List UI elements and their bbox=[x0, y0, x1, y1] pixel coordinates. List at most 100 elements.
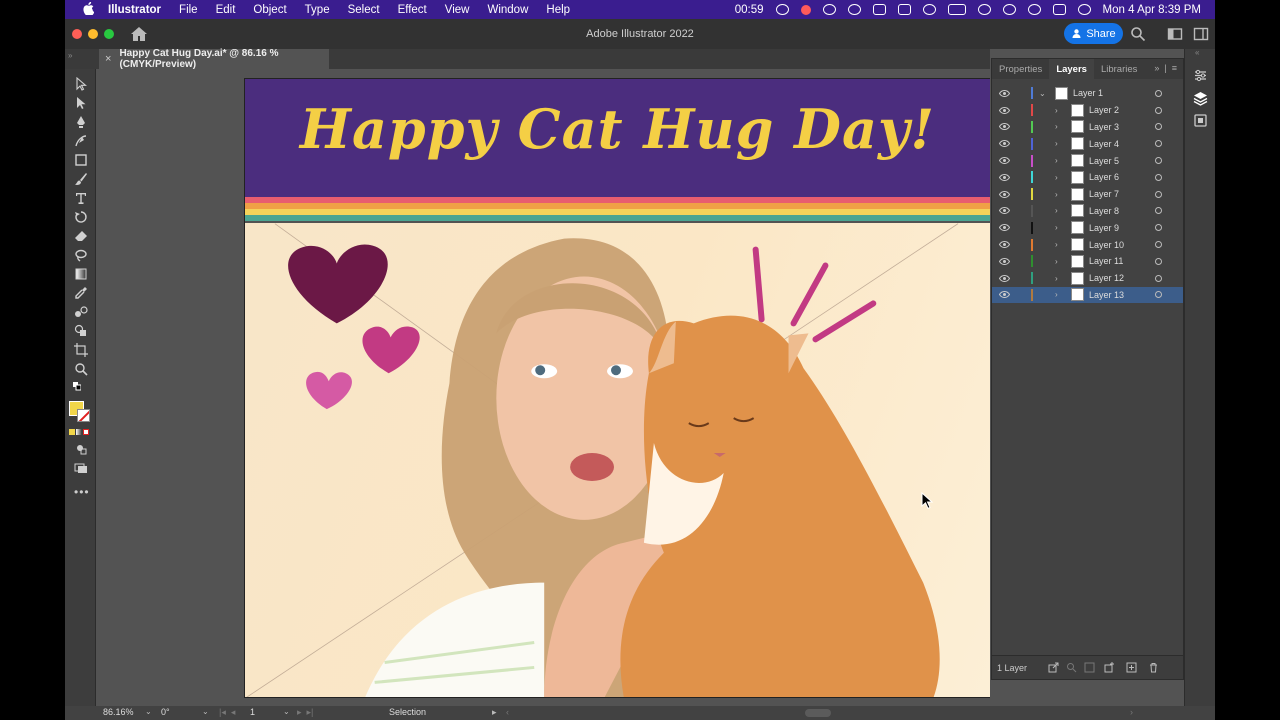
layer-target-icon[interactable] bbox=[1155, 157, 1162, 165]
expand-chevron-icon[interactable]: › bbox=[1055, 173, 1058, 182]
selection-tool-icon[interactable] bbox=[73, 76, 88, 91]
layer-target-icon[interactable] bbox=[1155, 173, 1162, 181]
artboard[interactable]: Happy Cat Hug Day! bbox=[244, 78, 990, 698]
layer-row[interactable]: › Layer 3 bbox=[992, 119, 1183, 136]
export-icon[interactable] bbox=[1048, 662, 1059, 673]
layer-target-icon[interactable] bbox=[1155, 140, 1162, 148]
visibility-eye-icon[interactable] bbox=[999, 291, 1010, 299]
draw-mode-icon[interactable] bbox=[73, 441, 88, 456]
heart-shape-medium[interactable] bbox=[362, 326, 420, 374]
layer-name[interactable]: Layer 7 bbox=[1089, 189, 1119, 199]
locate-object-icon[interactable] bbox=[1066, 662, 1077, 673]
tab-libraries[interactable]: Libraries bbox=[1094, 59, 1144, 79]
artboard-tool-icon[interactable] bbox=[73, 342, 88, 357]
close-document-icon[interactable]: × bbox=[105, 53, 111, 65]
layer-row[interactable]: › Layer 6 bbox=[992, 169, 1183, 186]
layer-row[interactable]: › Layer 12 bbox=[992, 270, 1183, 287]
expand-chevron-icon[interactable]: › bbox=[1055, 206, 1058, 215]
close-window-button[interactable] bbox=[72, 29, 82, 39]
color-mode-icon[interactable] bbox=[69, 429, 75, 435]
shape-builder-tool-icon[interactable] bbox=[73, 323, 88, 338]
new-sublayer-icon[interactable] bbox=[1104, 662, 1115, 673]
zoom-window-button[interactable] bbox=[104, 29, 114, 39]
artboard-title[interactable]: Happy Cat Hug Day! bbox=[245, 97, 990, 161]
dropbox-icon[interactable] bbox=[872, 4, 886, 15]
layer-name[interactable]: Layer 11 bbox=[1089, 256, 1123, 266]
visibility-eye-icon[interactable] bbox=[999, 173, 1010, 181]
layer-name[interactable]: Layer 8 bbox=[1089, 206, 1119, 216]
layer-target-icon[interactable] bbox=[1155, 274, 1162, 282]
heart-shape-small[interactable] bbox=[306, 371, 352, 410]
search-icon[interactable] bbox=[1130, 26, 1146, 42]
paintbrush-tool-icon[interactable] bbox=[73, 171, 88, 186]
arrange-documents-icon[interactable] bbox=[1167, 26, 1183, 42]
expand-chevron-icon[interactable]: › bbox=[1055, 274, 1058, 283]
layer-target-icon[interactable] bbox=[1155, 257, 1162, 265]
expand-chevron-icon[interactable]: ⌄ bbox=[1039, 89, 1046, 98]
zoom-tool-icon[interactable] bbox=[73, 361, 88, 376]
wifi-icon[interactable] bbox=[977, 4, 991, 15]
rotation-angle[interactable]: 0° bbox=[161, 707, 170, 717]
layer-target-icon[interactable] bbox=[1155, 291, 1162, 299]
layer-row[interactable]: › Layer 9 bbox=[992, 219, 1183, 236]
stroke-color-swatch[interactable] bbox=[77, 409, 90, 422]
zoom-dropdown-icon[interactable]: ⌄ bbox=[145, 707, 152, 716]
layer-name[interactable]: Layer 4 bbox=[1089, 139, 1119, 149]
document-tab[interactable]: × Happy Cat Hug Day.ai* @ 86.16 % (CMYK/… bbox=[99, 48, 329, 70]
gradient-mode-icon[interactable] bbox=[76, 429, 82, 435]
layer-target-icon[interactable] bbox=[1155, 89, 1162, 97]
edit-toolbar-icon[interactable]: ••• bbox=[74, 485, 90, 499]
minimize-window-button[interactable] bbox=[88, 29, 98, 39]
visibility-eye-icon[interactable] bbox=[999, 89, 1010, 97]
rotate-tool-icon[interactable] bbox=[73, 209, 88, 224]
gradient-tool-icon[interactable] bbox=[73, 266, 88, 281]
layer-row[interactable]: › Layer 11 bbox=[992, 253, 1183, 270]
menu-type[interactable]: Type bbox=[296, 4, 339, 16]
layer-row[interactable]: › Layer 10 bbox=[992, 236, 1183, 253]
record-icon[interactable] bbox=[800, 4, 811, 15]
layer-target-icon[interactable] bbox=[1155, 207, 1162, 215]
color-mode-buttons[interactable] bbox=[69, 429, 89, 435]
display-icon[interactable] bbox=[897, 4, 911, 15]
layer-target-icon[interactable] bbox=[1155, 190, 1162, 198]
none-mode-icon[interactable] bbox=[83, 429, 89, 435]
rotation-dropdown-icon[interactable]: ⌄ bbox=[202, 707, 209, 716]
curvature-tool-icon[interactable] bbox=[73, 133, 88, 148]
delete-layer-icon[interactable] bbox=[1148, 662, 1159, 673]
bluetooth-icon[interactable] bbox=[922, 4, 936, 15]
visibility-eye-icon[interactable] bbox=[999, 157, 1010, 165]
layer-row[interactable]: › Layer 8 bbox=[992, 203, 1183, 220]
menubar-clock[interactable]: Mon 4 Apr 8:39 PM bbox=[1103, 4, 1201, 16]
new-layer-icon[interactable] bbox=[1126, 662, 1137, 673]
layer-name[interactable]: Layer 1 bbox=[1073, 88, 1103, 98]
apple-menu-icon[interactable] bbox=[77, 1, 99, 18]
properties-panel-icon[interactable] bbox=[1193, 68, 1208, 83]
rectangle-tool-icon[interactable] bbox=[73, 152, 88, 167]
eraser-tool-icon[interactable] bbox=[73, 228, 88, 243]
visibility-eye-icon[interactable] bbox=[999, 274, 1010, 282]
panel-collapse-icon[interactable]: « bbox=[1195, 48, 1199, 57]
menu-object[interactable]: Object bbox=[244, 4, 295, 16]
workspace-switcher-icon[interactable] bbox=[1193, 26, 1209, 42]
layer-row[interactable]: › Layer 2 bbox=[992, 102, 1183, 119]
pen-tool-icon[interactable] bbox=[73, 114, 88, 129]
expand-chevron-icon[interactable]: › bbox=[1055, 156, 1058, 165]
layer-target-icon[interactable] bbox=[1155, 123, 1162, 131]
expand-chevron-icon[interactable]: › bbox=[1055, 223, 1058, 232]
menu-window[interactable]: Window bbox=[478, 4, 537, 16]
layer-target-icon[interactable] bbox=[1155, 241, 1162, 249]
expand-chevron-icon[interactable]: › bbox=[1055, 190, 1058, 199]
blend-tool-icon[interactable] bbox=[73, 304, 88, 319]
menu-effect[interactable]: Effect bbox=[389, 4, 436, 16]
accent-line-3[interactable] bbox=[812, 300, 877, 343]
visibility-eye-icon[interactable] bbox=[999, 140, 1010, 148]
visibility-eye-icon[interactable] bbox=[999, 123, 1010, 131]
panel-collapse-icon[interactable]: » bbox=[68, 51, 72, 60]
cloud-icon[interactable] bbox=[822, 4, 836, 15]
panel-menu-icon[interactable]: » | ≡ bbox=[1154, 63, 1177, 73]
home-icon[interactable] bbox=[130, 26, 148, 42]
libraries-panel-icon[interactable] bbox=[1193, 113, 1208, 128]
eyedropper-tool-icon[interactable] bbox=[73, 285, 88, 300]
screen-mode-icon[interactable] bbox=[73, 460, 88, 475]
artboard-dropdown-icon[interactable]: ⌄ bbox=[283, 707, 290, 716]
